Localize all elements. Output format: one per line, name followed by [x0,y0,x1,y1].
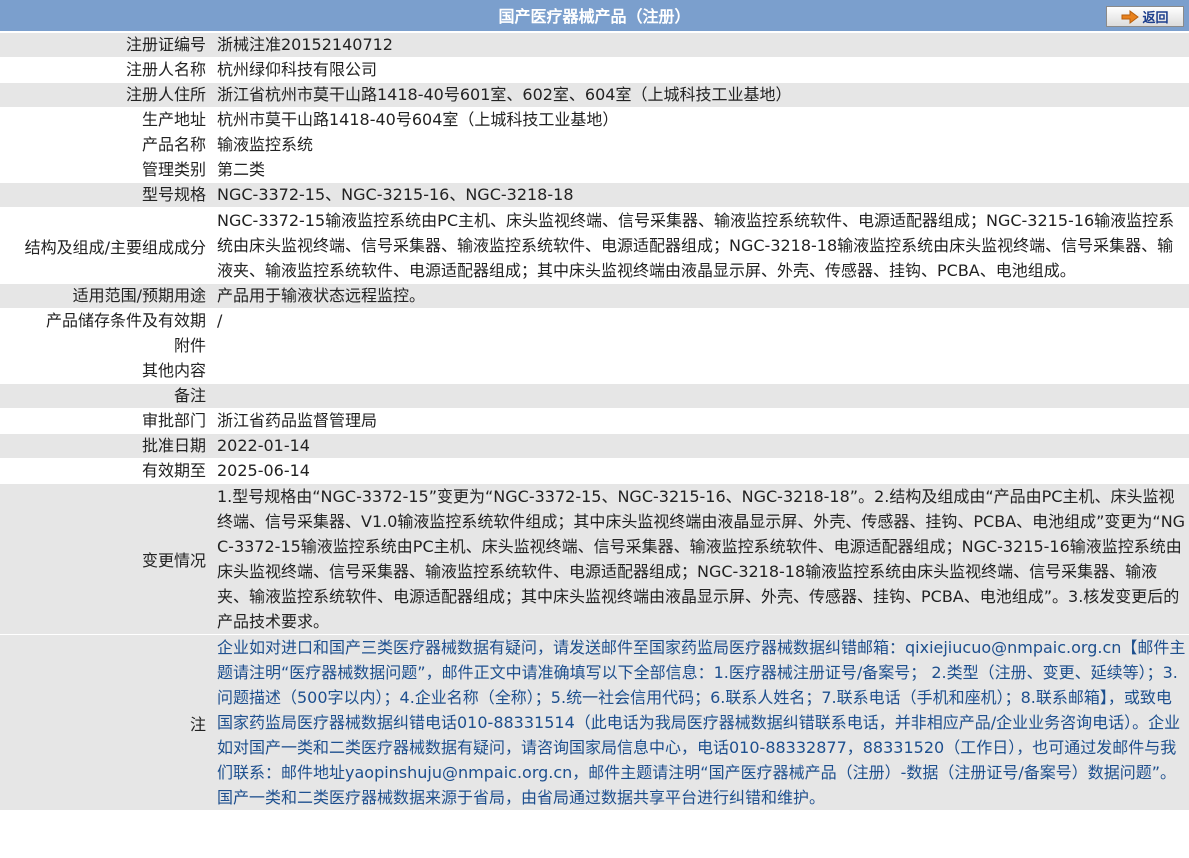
field-value: 杭州绿仰科技有限公司 [209,57,1189,83]
field-value [209,383,1189,409]
field-label: 注册证编号 [0,33,209,58]
table-row: 注册证编号 浙械注准20152140712 [0,33,1189,58]
table-row: 有效期至 2025-06-14 [0,458,1189,484]
field-label: 型号规格 [0,182,209,208]
title-bar: 国产医疗器械产品（注册） 返回 [0,0,1189,33]
field-value: 浙械注准20152140712 [209,33,1189,58]
field-label: 结构及组成/主要组成成分 [0,207,209,284]
table-row: 变更情况 1.型号规格由“NGC-3372-15”变更为“NGC-3372-15… [0,483,1189,635]
field-label: 变更情况 [0,483,209,635]
table-row: 注册人住所 浙江省杭州市莫干山路1418-40号601室、602室、604室（上… [0,82,1189,108]
field-value: 第二类 [209,157,1189,183]
field-label: 批准日期 [0,433,209,459]
notice-text: 企业如对进口和国产三类医疗器械数据有疑问，请发送邮件至国家药监局医疗器械数据纠错… [209,634,1189,811]
field-value [209,333,1189,359]
table-row: 批准日期 2022-01-14 [0,433,1189,459]
field-value: 浙江省杭州市莫干山路1418-40号601室、602室、604室（上城科技工业基… [209,82,1189,108]
field-label: 其他内容 [0,358,209,384]
back-button-label: 返回 [1142,11,1169,26]
page-title: 国产医疗器械产品（注册） [498,7,691,26]
field-label: 生产地址 [0,107,209,133]
field-label: 适用范围/预期用途 [0,283,209,309]
field-label: 备注 [0,383,209,409]
field-value: 2025-06-14 [209,458,1189,484]
table-row: 适用范围/预期用途 产品用于输液状态远程监控。 [0,283,1189,309]
field-value: 2022-01-14 [209,433,1189,459]
field-label: 产品名称 [0,132,209,158]
table-row: 审批部门 浙江省药品监督管理局 [0,408,1189,434]
field-label: 有效期至 [0,458,209,484]
field-value: / [209,308,1189,334]
field-label: 注册人住所 [0,82,209,108]
table-row: 备注 [0,383,1189,409]
table-row: 生产地址 杭州市莫干山路1418-40号604室（上城科技工业基地） [0,107,1189,133]
registration-info-table: 注册证编号 浙械注准20152140712 注册人名称 杭州绿仰科技有限公司 注… [0,33,1189,811]
field-label: 附件 [0,333,209,359]
table-row: 产品名称 输液监控系统 [0,132,1189,158]
table-row: 其他内容 [0,358,1189,384]
table-row: 管理类别 第二类 [0,157,1189,183]
field-label: 注 [0,634,209,811]
field-value: 产品用于输液状态远程监控。 [209,283,1189,309]
field-value: 浙江省药品监督管理局 [209,408,1189,434]
field-value [209,358,1189,384]
table-row: 注册人名称 杭州绿仰科技有限公司 [0,57,1189,83]
table-row: 附件 [0,333,1189,359]
field-value: 输液监控系统 [209,132,1189,158]
table-row: 型号规格 NGC-3372-15、NGC-3215-16、NGC-3218-18 [0,182,1189,208]
table-row: 产品储存条件及有效期 / [0,308,1189,334]
field-label: 管理类别 [0,157,209,183]
arrow-right-icon [1121,9,1140,24]
field-label: 产品储存条件及有效期 [0,308,209,334]
field-label: 注册人名称 [0,57,209,83]
field-value: 杭州市莫干山路1418-40号604室（上城科技工业基地） [209,107,1189,133]
table-row: 注 企业如对进口和国产三类医疗器械数据有疑问，请发送邮件至国家药监局医疗器械数据… [0,634,1189,811]
field-label: 审批部门 [0,408,209,434]
field-value: 1.型号规格由“NGC-3372-15”变更为“NGC-3372-15、NGC-… [209,483,1189,635]
field-value: NGC-3372-15、NGC-3215-16、NGC-3218-18 [209,182,1189,208]
field-value: NGC-3372-15输液监控系统由PC主机、床头监视终端、信号采集器、输液监控… [209,207,1189,284]
table-row: 结构及组成/主要组成成分 NGC-3372-15输液监控系统由PC主机、床头监视… [0,207,1189,284]
back-button[interactable]: 返回 [1106,6,1184,27]
detail-page: 国产医疗器械产品（注册） 返回 注册证编号 浙械注准20152140712 注册… [0,0,1189,811]
